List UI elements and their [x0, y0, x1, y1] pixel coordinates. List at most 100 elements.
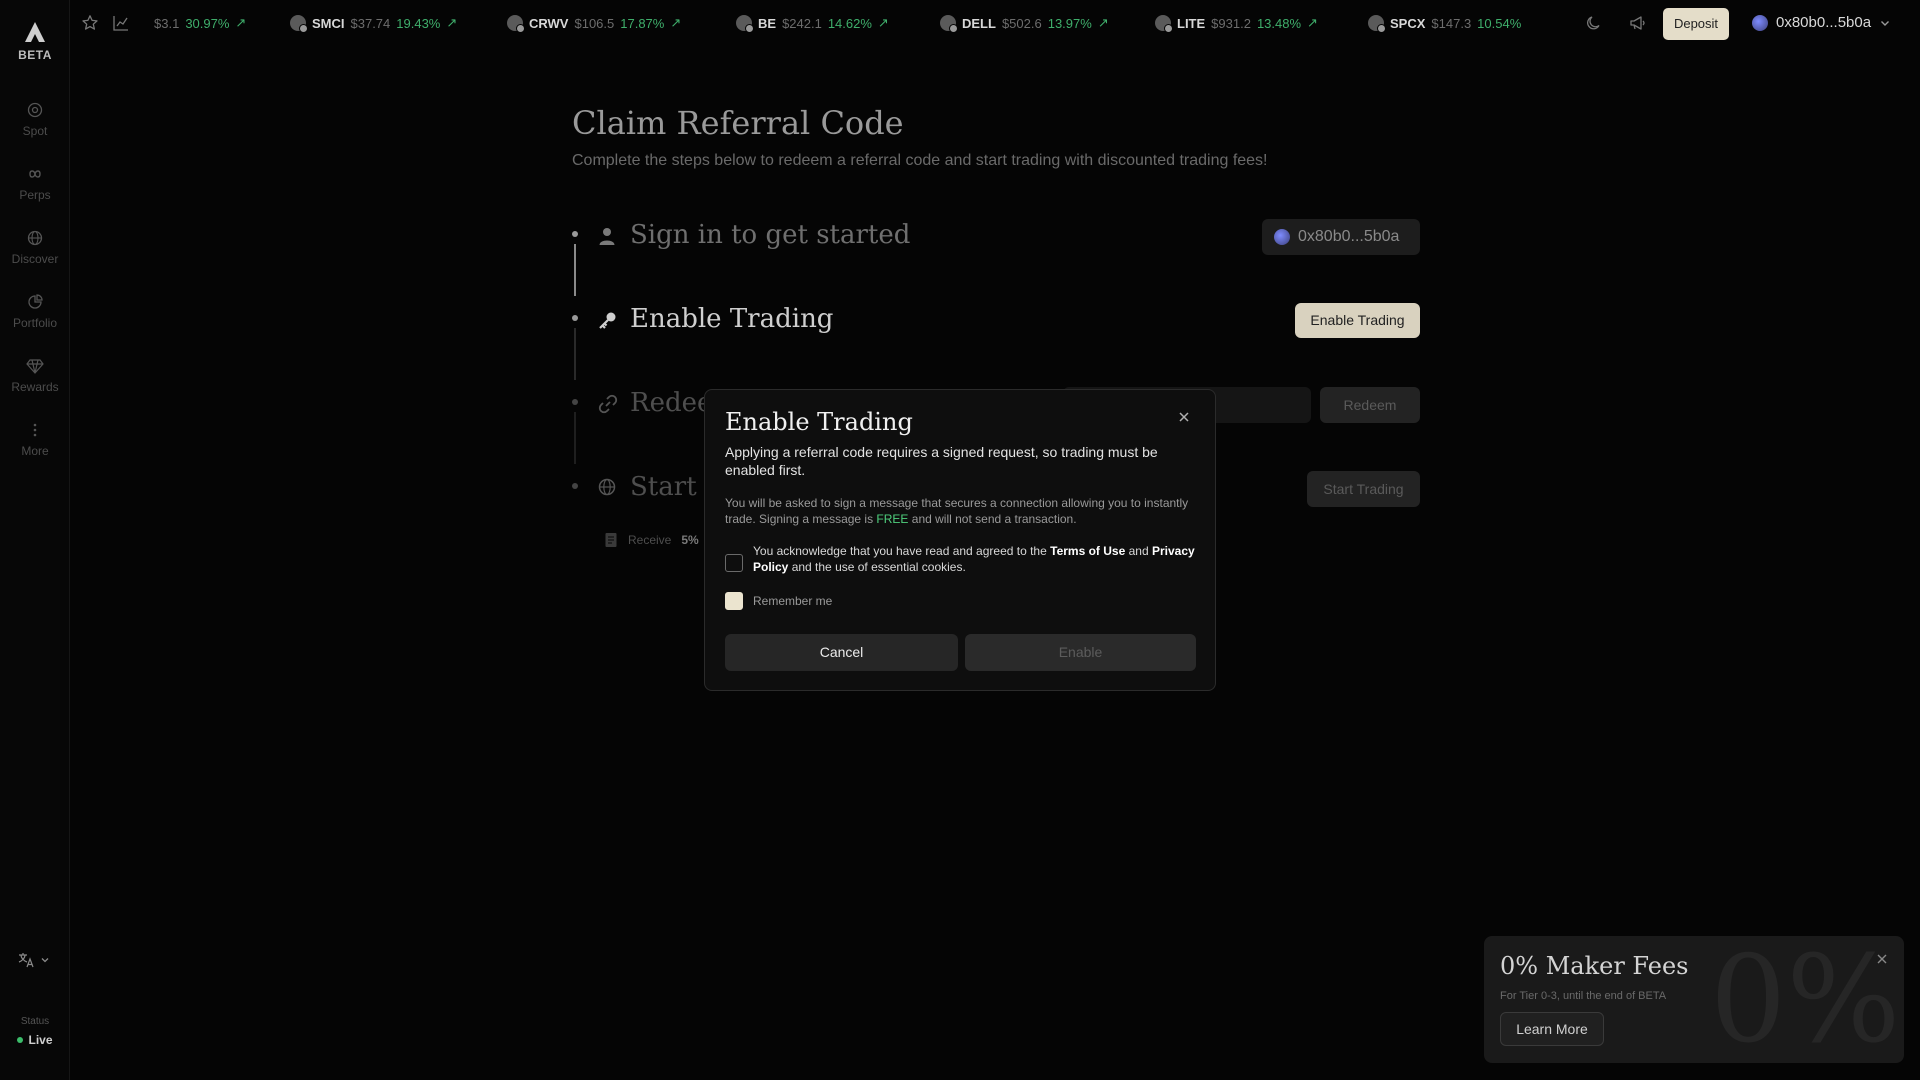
ticker-symbol: SPCX: [1390, 15, 1426, 31]
enable-button[interactable]: Enable: [965, 634, 1196, 671]
ticker-price: $106.5: [574, 15, 615, 31]
user-icon: [598, 226, 616, 251]
ticker-change: 13.48%: [1256, 15, 1302, 31]
ticker-logo-icon: [940, 15, 958, 33]
sidebar-item-label: More: [21, 444, 49, 458]
ticker-item[interactable]: BE $242.1 14.62% ↗: [736, 15, 889, 33]
app-root: BETA Spot Perps Discover Portfolio Rewar…: [0, 0, 1920, 1080]
page-title: Claim Referral Code: [572, 104, 904, 142]
ticker-symbol: SMCI: [312, 15, 345, 31]
ticker-item[interactable]: SMCI $37.74 19.43% ↗: [290, 15, 458, 33]
redeem-button[interactable]: Redeem: [1320, 387, 1420, 423]
link-icon: [598, 394, 618, 419]
ticker-symbol: LITE: [1177, 15, 1206, 31]
ticker-price: $242.1: [782, 15, 822, 31]
ack-text: and the use of essential cookies.: [788, 560, 966, 574]
ticker-logo-icon: [290, 15, 308, 33]
close-icon[interactable]: [1876, 952, 1888, 970]
pie-chart-icon: [28, 294, 43, 309]
ticker-symbol: BE: [758, 15, 777, 31]
ticker-change: 14.62%: [827, 15, 872, 31]
arrow-up-right-icon: ↗: [446, 15, 458, 30]
language-selector[interactable]: [18, 952, 50, 968]
remember-me-label[interactable]: Remember me: [753, 594, 832, 608]
wallet-address: 0x80b0...5b0a: [1776, 14, 1872, 31]
favorites-star-icon[interactable]: [81, 14, 99, 37]
logo[interactable]: BETA: [0, 18, 70, 62]
remember-me-checkbox[interactable]: [725, 592, 743, 610]
sidebar-item-rewards[interactable]: Rewards: [0, 358, 70, 396]
diamond-icon: [26, 359, 44, 374]
free-highlight: FREE: [876, 512, 909, 526]
sidebar-item-portfolio[interactable]: Portfolio: [0, 294, 70, 332]
maker-fees-promo: 0% 0% Maker Fees For Tier 0-3, until the…: [1484, 936, 1904, 1063]
wallet-avatar-icon: [1752, 14, 1768, 31]
acknowledge-text: You acknowledge that you have read and a…: [753, 543, 1203, 575]
enable-trading-button[interactable]: Enable Trading: [1295, 303, 1420, 338]
step-title-sign-in: Sign in to get started: [630, 220, 911, 250]
ticker-change: 17.87%: [620, 15, 665, 31]
spot-icon: [27, 102, 43, 118]
arrow-up-right-icon: ↗: [670, 15, 682, 30]
ticker-item[interactable]: LITE $931.2 13.48% ↗: [1155, 15, 1318, 33]
chart-trend-icon[interactable]: [112, 14, 130, 37]
status-indicator: Status Live: [0, 1016, 70, 1047]
wallet-menu[interactable]: 0x80b0...5b0a: [1752, 14, 1891, 31]
ticker-symbol: CRWV: [529, 15, 569, 31]
sidebar-item-perps[interactable]: Perps: [0, 166, 70, 204]
ticker-price: $931.2: [1211, 15, 1251, 31]
moon-icon[interactable]: [1585, 14, 1603, 37]
status-value: Live: [0, 1033, 70, 1047]
promo-title: 0% Maker Fees: [1500, 952, 1689, 980]
learn-more-button[interactable]: Learn More: [1500, 1012, 1604, 1046]
step-dot: [572, 315, 578, 321]
step-dot: [572, 483, 578, 489]
ticker-item[interactable]: DELL $502.6 13.97% ↗: [940, 15, 1109, 33]
cancel-button[interactable]: Cancel: [725, 634, 958, 671]
acknowledge-checkbox[interactable]: [725, 554, 743, 572]
ticker-change: 30.97%: [185, 15, 230, 31]
modal-note-text: and will not send a transaction.: [908, 512, 1077, 526]
ticker-logo-icon: [1368, 15, 1386, 33]
status-dot: [17, 1037, 24, 1043]
more-dots-icon: [33, 423, 37, 437]
chevron-down-icon: [1881, 20, 1890, 26]
chevron-down-icon: [41, 958, 49, 963]
key-icon: [598, 310, 618, 335]
step-connector: [574, 412, 576, 464]
ticker-logo-icon: [1155, 15, 1173, 33]
receive-prefix: Receive: [628, 533, 672, 547]
wallet-avatar-icon: [1274, 229, 1290, 245]
infinity-icon: [29, 170, 41, 178]
terms-of-use-link[interactable]: Terms of Use: [1050, 544, 1125, 558]
ack-text: You acknowledge that you have read and a…: [753, 544, 1051, 558]
signed-in-wallet-pill[interactable]: 0x80b0...5b0a: [1262, 219, 1420, 255]
ack-text: and: [1125, 544, 1152, 558]
ticker-change: 19.43%: [396, 15, 441, 31]
deposit-button[interactable]: Deposit: [1663, 8, 1729, 40]
ticker-item[interactable]: CRWV $106.5 17.87% ↗: [507, 15, 682, 33]
sidebar-item-more[interactable]: More: [0, 422, 70, 460]
logo-icon: [25, 22, 45, 42]
ticker-change: 10.54%: [1477, 15, 1522, 31]
globe-icon: [27, 230, 43, 246]
logo-beta-label: BETA: [18, 48, 52, 62]
step-dot: [572, 399, 578, 405]
ticker-item[interactable]: $3.1 30.97% ↗: [154, 15, 246, 31]
modal-description: Applying a referral code requires a sign…: [725, 444, 1158, 478]
ticker-price: $502.6: [1001, 15, 1042, 31]
promo-background-text: 0%: [1710, 936, 1901, 1063]
sidebar-item-label: Rewards: [11, 380, 59, 394]
megaphone-icon[interactable]: [1629, 14, 1647, 37]
ticker-item[interactable]: SPCX $147.3 10.54%: [1368, 15, 1522, 33]
ticker-logo-icon: [736, 15, 754, 33]
ticker-price: $3.1: [154, 15, 180, 31]
step-connector: [574, 328, 576, 380]
modal-note: You will be asked to sign a message that…: [725, 495, 1200, 527]
ticker-symbol: DELL: [962, 15, 996, 31]
page-subtitle: Complete the steps below to redeem a ref…: [572, 152, 1268, 169]
start-trading-button[interactable]: Start Trading: [1307, 471, 1420, 507]
sidebar-item-discover[interactable]: Discover: [0, 230, 70, 268]
sidebar-item-spot[interactable]: Spot: [0, 102, 70, 140]
close-icon[interactable]: [1177, 410, 1191, 429]
